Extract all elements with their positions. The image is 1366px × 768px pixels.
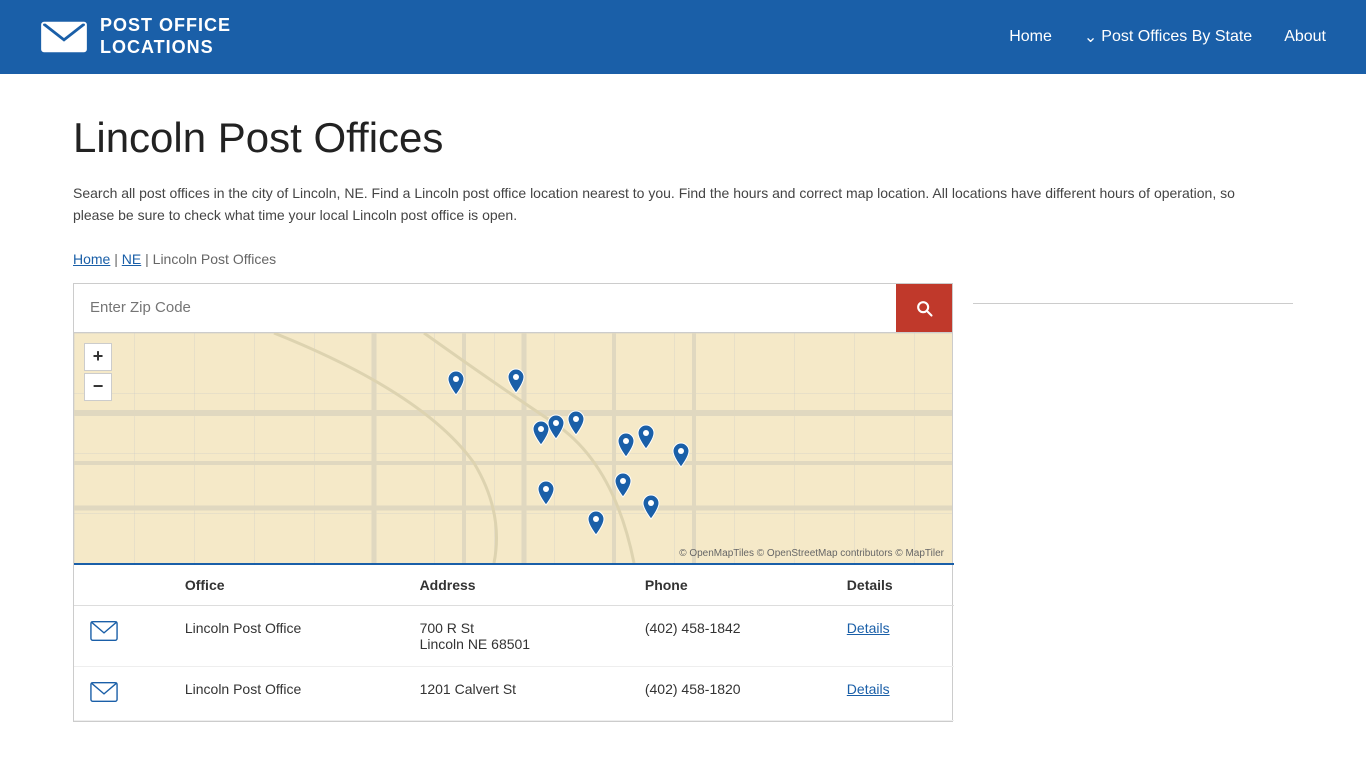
nav-post-offices-label: Post Offices By State <box>1101 28 1252 46</box>
map-and-table: + − <box>73 283 953 722</box>
breadcrumb-current: Lincoln Post Offices <box>153 251 276 267</box>
chevron-down-icon: ⌄ <box>1084 27 1097 47</box>
zoom-in-button[interactable]: + <box>84 343 112 371</box>
row-icon-cell <box>74 605 169 666</box>
col-icon <box>74 564 169 606</box>
breadcrumb-ne[interactable]: NE <box>122 251 141 267</box>
sidebar-divider <box>973 303 1293 304</box>
nav-about[interactable]: About <box>1284 28 1326 46</box>
map-area: + − <box>74 333 952 563</box>
page-title: Lincoln Post Offices <box>73 114 1293 162</box>
mail-icon <box>90 620 118 642</box>
row-details: Details <box>831 666 954 720</box>
row-office: Lincoln Post Office <box>169 605 404 666</box>
row-details: Details <box>831 605 954 666</box>
nav-post-offices-dropdown[interactable]: ⌄ Post Offices By State <box>1084 27 1252 47</box>
site-header: POST OFFICE LOCATIONS Home ⌄ Post Office… <box>0 0 1366 74</box>
details-link[interactable]: Details <box>847 620 890 636</box>
site-logo[interactable]: POST OFFICE LOCATIONS <box>40 15 231 58</box>
table-row: Lincoln Post Office 1201 Calvert St (402… <box>74 666 954 720</box>
map-roads-svg <box>74 333 952 563</box>
row-icon-cell <box>74 666 169 720</box>
row-office: Lincoln Post Office <box>169 666 404 720</box>
col-phone: Phone <box>629 564 831 606</box>
table-row: Lincoln Post Office 700 R St Lincoln NE … <box>74 605 954 666</box>
page-description: Search all post offices in the city of L… <box>73 182 1273 227</box>
search-input[interactable] <box>74 285 896 330</box>
search-button[interactable] <box>896 284 952 332</box>
logo-envelope-icon <box>40 17 88 57</box>
content-layout: + − <box>73 283 1293 722</box>
map-container: + − <box>73 283 953 722</box>
row-phone: (402) 458-1820 <box>629 666 831 720</box>
row-address: 700 R St Lincoln NE 68501 <box>404 605 629 666</box>
zoom-out-button[interactable]: − <box>84 373 112 401</box>
map-attribution: © OpenMapTiles © OpenStreetMap contribut… <box>679 548 944 559</box>
sidebar <box>973 283 1293 304</box>
logo-text: POST OFFICE LOCATIONS <box>100 15 231 58</box>
table-body: Lincoln Post Office 700 R St Lincoln NE … <box>74 605 954 720</box>
breadcrumb: Home | NE | Lincoln Post Offices <box>73 251 1293 267</box>
col-address: Address <box>404 564 629 606</box>
mail-icon <box>90 681 118 703</box>
search-icon <box>914 298 934 318</box>
col-details: Details <box>831 564 954 606</box>
breadcrumb-home[interactable]: Home <box>73 251 110 267</box>
main-nav: Home ⌄ Post Offices By State About <box>1009 27 1326 47</box>
row-address: 1201 Calvert St <box>404 666 629 720</box>
map-controls: + − <box>84 343 112 401</box>
main-content: Lincoln Post Offices Search all post off… <box>33 74 1333 742</box>
search-bar <box>74 284 952 333</box>
results-table: Office Address Phone Details Lincoln Pos… <box>74 563 954 721</box>
nav-home[interactable]: Home <box>1009 28 1052 46</box>
col-office: Office <box>169 564 404 606</box>
table-header: Office Address Phone Details <box>74 564 954 606</box>
details-link[interactable]: Details <box>847 681 890 697</box>
row-phone: (402) 458-1842 <box>629 605 831 666</box>
